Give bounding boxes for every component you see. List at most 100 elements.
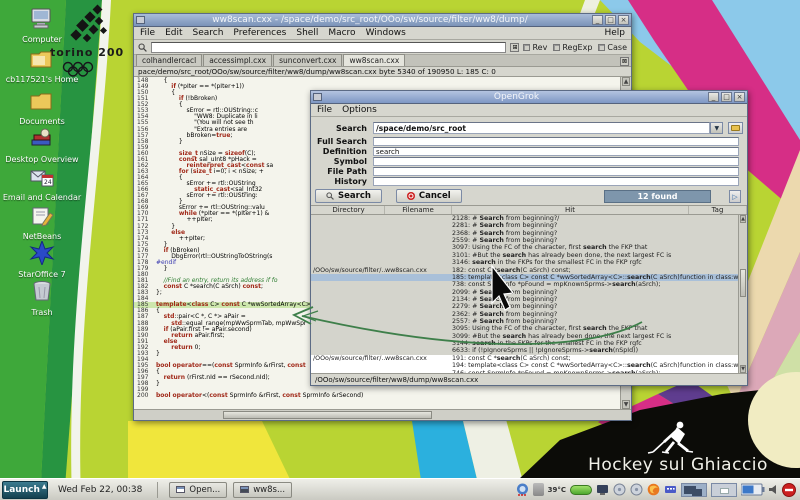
scroll-up-icon[interactable]: ▲: [622, 77, 630, 86]
network-monitor-icon[interactable]: [516, 483, 529, 496]
symbol-field[interactable]: [373, 157, 739, 166]
firefox-icon[interactable]: [647, 483, 660, 496]
search-pin-icon[interactable]: ⊞: [510, 43, 519, 52]
menu-help[interactable]: Help: [604, 28, 625, 38]
maximize-icon[interactable]: □: [605, 15, 616, 25]
sensor-icon[interactable]: [533, 483, 544, 496]
close-icon[interactable]: ×: [618, 15, 629, 25]
result-row[interactable]: 2281: # Search from beginning?: [311, 222, 738, 229]
desktop-icon-email-and-calendar[interactable]: 24Email and Calendar: [0, 166, 84, 202]
result-hit: 2557: # Search from beginning?: [452, 318, 680, 325]
result-row[interactable]: 2134: # Search from beginning?: [311, 296, 738, 303]
search-field[interactable]: [373, 122, 710, 134]
taskbar-window-2[interactable]: ww8s...: [233, 482, 292, 498]
cancel-icon: [407, 192, 415, 200]
column-header-tag[interactable]: Tag: [689, 206, 747, 214]
workspace-2[interactable]: [711, 483, 737, 497]
menu-file[interactable]: File: [317, 105, 332, 115]
scrollbar-thumb[interactable]: [740, 269, 746, 297]
editor-horizontal-scrollbar[interactable]: [134, 409, 631, 420]
checkbox-regexp[interactable]: RegExp: [553, 43, 592, 52]
cd-icon[interactable]: [630, 483, 643, 496]
menu-search[interactable]: Search: [193, 28, 224, 38]
full-search-field[interactable]: [373, 137, 739, 146]
browse-folder-button[interactable]: [728, 122, 743, 134]
desktop-icon-cb117521-s-home[interactable]: cb117521's Home: [0, 48, 84, 84]
result-row[interactable]: 2099: # Search from beginning?: [311, 289, 738, 296]
results-vertical-scrollbar[interactable]: ▲ ▼: [738, 215, 747, 373]
result-row[interactable]: /OOo/sw/source/filter/..ww8scan.cxx191: …: [311, 355, 738, 362]
result-row[interactable]: 2128: # Search from beginning?/: [311, 215, 738, 222]
cancel-button[interactable]: Cancel: [396, 189, 462, 203]
tab-sunconvert.cxx[interactable]: sunconvert.cxx: [273, 54, 342, 66]
cd-icon[interactable]: [613, 483, 626, 496]
result-row[interactable]: 738: const SprmInfo *pFound = mpKnownSpr…: [311, 281, 738, 288]
result-row[interactable]: 3095: Using the FC of the character, fir…: [311, 325, 738, 332]
desktop-icon-netbeans[interactable]: NetBeans: [0, 205, 84, 241]
editor-titlebar[interactable]: ww8scan.cxx - /space/demo/src_root/OOo/s…: [134, 14, 631, 27]
column-header-directory[interactable]: Directory: [311, 206, 385, 214]
result-row[interactable]: 3101: #But the search has already been d…: [311, 252, 738, 259]
result-row[interactable]: 2557: # Search from beginning?: [311, 318, 738, 325]
launch-button[interactable]: Launch▲: [2, 481, 48, 499]
result-row[interactable]: 2362: # Search from beginning?: [311, 311, 738, 318]
scrollbar-thumb[interactable]: [223, 411, 432, 419]
checkbox-rev[interactable]: Rev: [523, 43, 547, 52]
result-row[interactable]: 2368: # Search from beginning?: [311, 230, 738, 237]
result-row[interactable]: 6633: if (!pIgnoreSprms || !pIgnoreSprms…: [311, 347, 738, 354]
scroll-down-icon[interactable]: ▼: [622, 400, 630, 409]
menu-file[interactable]: File: [140, 28, 155, 38]
result-row[interactable]: 3099: #But the search has already been d…: [311, 333, 738, 340]
result-tag: [680, 355, 738, 362]
result-row[interactable]: 3097: Using the FC of the character, fir…: [311, 244, 738, 251]
workspace-1[interactable]: [681, 483, 707, 497]
menu-macro[interactable]: Macro: [328, 28, 355, 38]
file-path-field[interactable]: [373, 167, 739, 176]
result-row[interactable]: /OOo/sw/source/filter/..ww8scan.cxx182: …: [311, 267, 738, 274]
tab-ww8scan.cxx[interactable]: ww8scan.cxx: [343, 54, 405, 66]
display-icon[interactable]: [596, 483, 609, 496]
maximize-icon[interactable]: □: [721, 92, 732, 102]
menu-preferences[interactable]: Preferences: [233, 28, 286, 38]
close-icon[interactable]: ×: [734, 92, 745, 102]
definition-field[interactable]: [373, 147, 739, 156]
dialog-titlebar[interactable]: OpenGrok _ □ ×: [311, 91, 747, 104]
tab-colhandlercacl[interactable]: colhandlercacl: [136, 54, 202, 66]
result-row[interactable]: 2559: # Search from beginning?: [311, 237, 738, 244]
scroll-down-icon[interactable]: ▼: [740, 365, 746, 373]
battery-meter-icon[interactable]: [570, 485, 592, 495]
result-row[interactable]: 194: template<class C> const C *wwSorted…: [311, 362, 738, 369]
menu-options[interactable]: Options: [342, 105, 377, 115]
tab-accessimpl.cxx[interactable]: accessimpl.cxx: [203, 54, 272, 66]
input-method-icon[interactable]: [664, 483, 677, 496]
next-result-icon[interactable]: ▷: [729, 190, 741, 203]
result-row[interactable]: 3146: search in the FKPs for the smalles…: [311, 259, 738, 266]
desktop-icon-documents[interactable]: Documents: [0, 90, 84, 126]
result-row[interactable]: 2279: # Search from beginning?: [311, 303, 738, 310]
desktop-icon-staroffice-7[interactable]: StarOffice 7: [0, 241, 84, 279]
desktop-icon-desktop-overview[interactable]: Desktop Overview: [0, 128, 84, 164]
taskbar-window-1[interactable]: Open...: [169, 482, 227, 498]
logout-icon[interactable]: [782, 483, 796, 497]
column-header-hit[interactable]: Hit: [452, 206, 689, 214]
menu-windows[interactable]: Windows: [366, 28, 406, 38]
battery-status-icon[interactable]: [741, 483, 765, 496]
checkbox-case[interactable]: Case: [598, 43, 627, 52]
scroll-up-icon[interactable]: ▲: [740, 215, 746, 223]
result-row[interactable]: 3144: search in the FKPs for the smalles…: [311, 340, 738, 347]
minimize-icon[interactable]: _: [708, 92, 719, 102]
search-button[interactable]: Search: [315, 189, 382, 203]
tab-close-icon[interactable]: ⊠: [620, 57, 629, 66]
result-row[interactable]: 185: template<class C> const C *wwSorted…: [311, 274, 738, 281]
desktop-icon-trash[interactable]: Trash: [0, 279, 84, 317]
taskbar-clock[interactable]: Wed Feb 22, 00:38: [58, 485, 142, 495]
history-field[interactable]: [373, 177, 739, 186]
volume-icon[interactable]: [769, 484, 778, 495]
combo-dropdown-icon[interactable]: ▼: [710, 122, 723, 134]
minimize-icon[interactable]: _: [592, 15, 603, 25]
desktop-icon-computer[interactable]: Computer: [0, 8, 84, 44]
column-header-filename[interactable]: Filename: [385, 206, 452, 214]
menu-edit[interactable]: Edit: [165, 28, 182, 38]
menu-shell[interactable]: Shell: [296, 28, 318, 38]
incremental-search-input[interactable]: [151, 42, 506, 53]
